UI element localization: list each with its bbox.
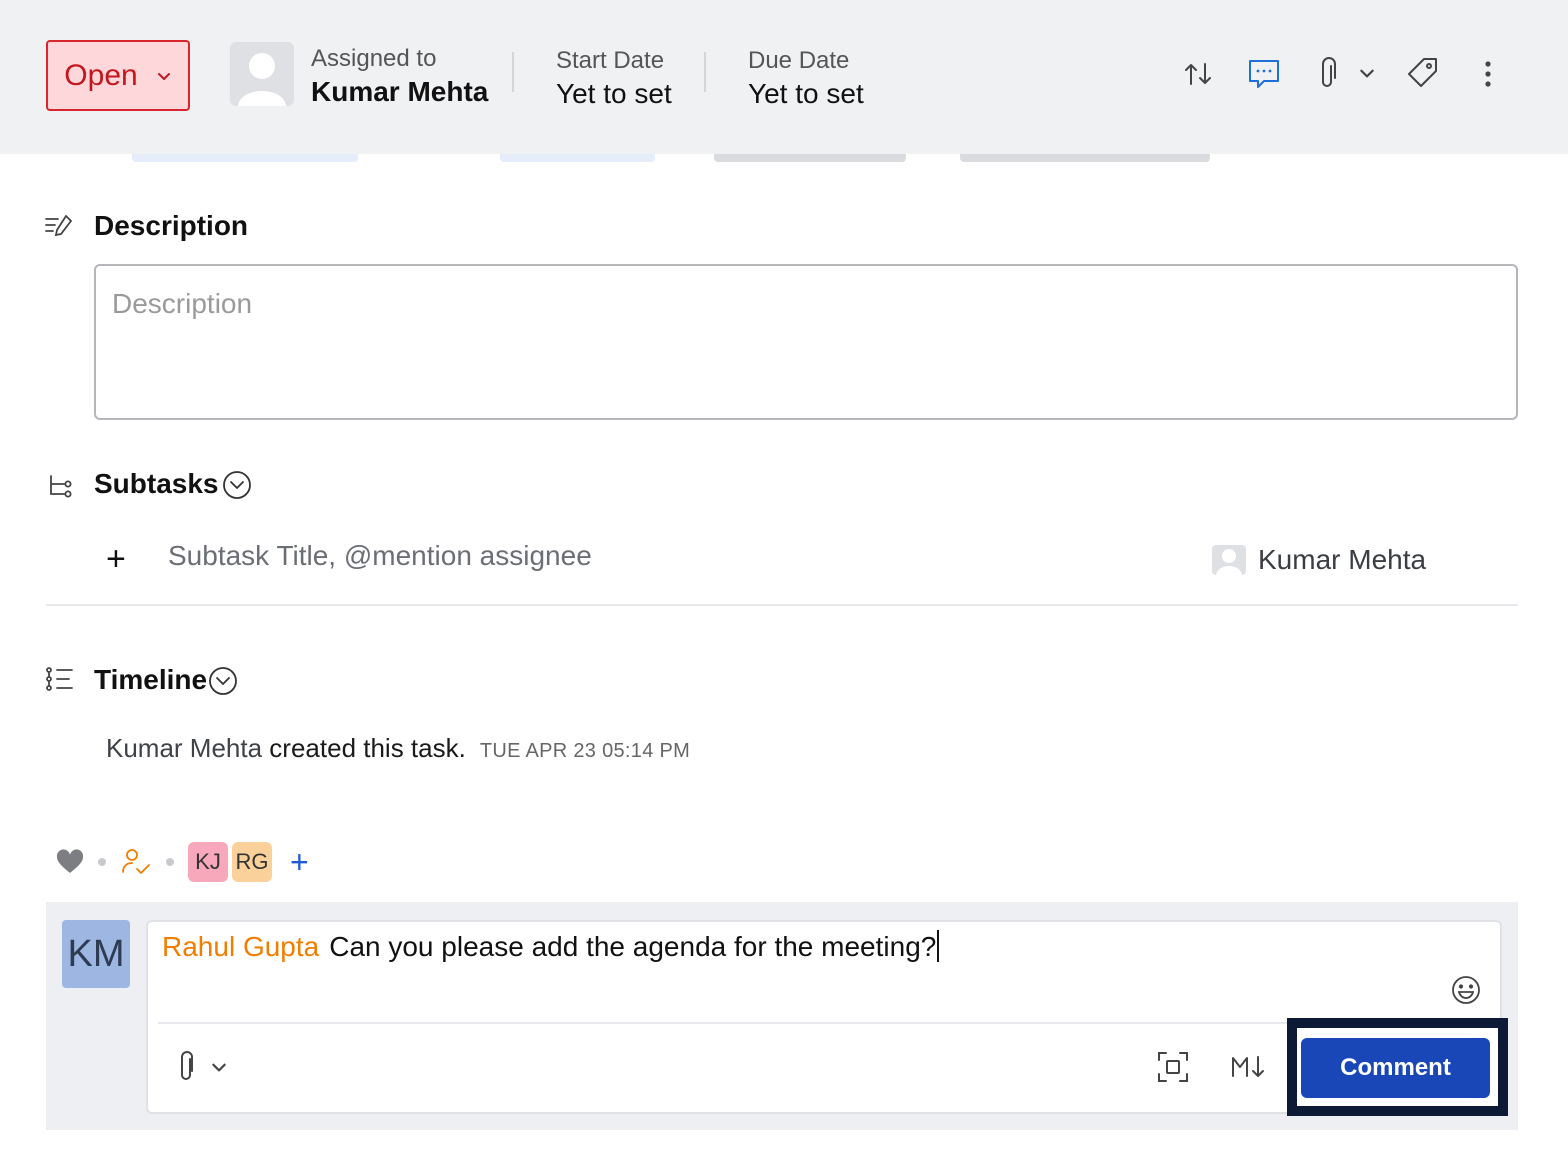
tag-icon[interactable] <box>1404 55 1440 91</box>
attachment-options-chevron-icon[interactable] <box>1358 64 1376 82</box>
comment-attachment-icon[interactable] <box>174 1050 200 1084</box>
more-vertical-icon[interactable] <box>1478 58 1498 90</box>
start-date-label: Start Date <box>556 47 665 74</box>
divider <box>512 52 514 92</box>
description-edit-icon <box>45 214 73 237</box>
due-date-label: Due Date <box>748 47 850 74</box>
comment-icon[interactable] <box>1246 56 1282 92</box>
like-heart-icon[interactable] <box>56 849 84 875</box>
current-user-avatar: KM <box>62 920 130 988</box>
mention-tag[interactable]: Rahul Gupta <box>162 931 319 962</box>
subtasks-icon <box>50 475 72 498</box>
tab-stub <box>500 154 655 162</box>
emoji-icon[interactable] <box>1450 974 1482 1006</box>
start-date-field[interactable]: Start Date Yet to set <box>556 46 672 112</box>
user-placeholder-icon <box>238 53 286 106</box>
timeline-action: created this task. <box>262 733 466 763</box>
comment-attachment-chevron-icon[interactable] <box>210 1058 228 1076</box>
comment-input-text[interactable]: Rahul Gupta Can you please add the agenda… <box>162 930 940 963</box>
subtasks-title: Subtasks <box>94 468 219 499</box>
status-dropdown[interactable]: Open <box>46 40 190 111</box>
tab-stub <box>960 154 1210 162</box>
timeline-title: Timeline <box>94 664 208 695</box>
chevron-down-icon <box>157 72 170 80</box>
attachment-icon[interactable] <box>1312 56 1342 92</box>
screenshot-capture-icon[interactable] <box>1156 1050 1190 1084</box>
timeline-timestamp: TUE APR 23 05:14 PM <box>479 740 691 762</box>
assignee-avatar[interactable] <box>230 42 294 106</box>
add-follower-plus-icon[interactable]: + <box>290 846 309 878</box>
follower-check-icon[interactable] <box>120 846 152 878</box>
subtask-assignee-name: Kumar Mehta <box>1258 544 1427 575</box>
comment-body: Can you please add the agenda for the me… <box>329 931 937 962</box>
task-header: Open Assigned to Kumar Mehta Start Date … <box>0 0 1568 154</box>
add-subtask-plus-icon[interactable]: + <box>106 540 126 579</box>
repeat-icon[interactable] <box>1182 58 1214 90</box>
user-placeholder-icon <box>1212 545 1246 575</box>
description-placeholder: Description <box>112 288 253 319</box>
due-date-value: Yet to set <box>748 78 864 109</box>
assignee-name: Kumar Mehta <box>311 76 489 107</box>
timeline-list-icon <box>46 667 73 691</box>
timeline-entry: Kumar Mehta created this task. TUE APR 23… <box>106 733 690 764</box>
status-label: Open <box>64 58 138 92</box>
separator-dot <box>98 858 106 866</box>
subtask-title-input[interactable]: Subtask Title, @mention assignee <box>168 540 592 572</box>
follower-avatar-rg[interactable]: RG <box>232 842 272 882</box>
tab-stub <box>714 154 906 162</box>
assigned-to-label: Assigned to <box>311 45 437 72</box>
separator-dot <box>166 858 174 866</box>
description-title: Description <box>94 210 249 241</box>
text-caret <box>937 930 940 962</box>
start-date-value: Yet to set <box>556 78 672 109</box>
subtasks-collapse-icon[interactable] <box>222 470 252 500</box>
assignee-field[interactable]: Assigned to Kumar Mehta <box>311 44 488 110</box>
divider <box>704 52 706 92</box>
comment-submit-button[interactable]: Comment <box>1301 1038 1490 1098</box>
markdown-icon[interactable] <box>1230 1054 1266 1080</box>
tab-stub <box>132 154 358 162</box>
timeline-actor[interactable]: Kumar Mehta <box>106 733 262 763</box>
timeline-collapse-icon[interactable] <box>208 666 238 696</box>
description-input[interactable]: Description <box>94 264 1518 420</box>
follower-avatar-kj[interactable]: KJ <box>188 842 228 882</box>
due-date-field[interactable]: Due Date Yet to set <box>748 46 864 112</box>
subtask-assignee[interactable]: Kumar Mehta <box>1212 544 1426 576</box>
reactions-row: KJ RG + <box>56 842 309 882</box>
